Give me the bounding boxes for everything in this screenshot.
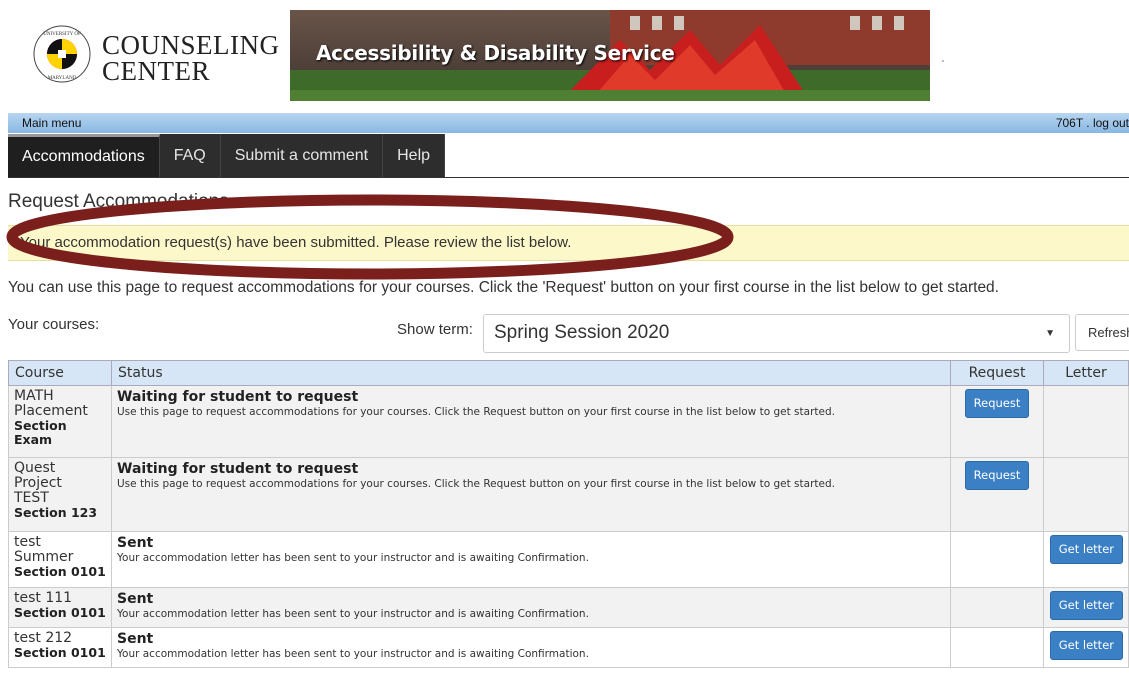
status-description: Use this page to request accommodations …: [117, 406, 835, 418]
term-select[interactable]: Spring Session 2020 ▼: [483, 314, 1070, 353]
letter-cell: [1043, 385, 1129, 458]
logo-line-1: COUNSELING: [102, 30, 280, 60]
status-title: Sent: [117, 631, 154, 647]
annotation-ellipse: [6, 194, 734, 280]
header-banner: Accessibility & Disability Service: [290, 10, 930, 101]
status-cell: Sent Your accommodation letter has been …: [111, 587, 951, 628]
table-row: test 212 Section 0101 Sent Your accommod…: [8, 627, 1129, 668]
tab-faq[interactable]: FAQ: [160, 134, 221, 177]
course-name-line: Quest: [14, 460, 56, 476]
umd-seal-icon: UNIVERSITY OF MARYLAND: [33, 25, 91, 83]
course-cell: test 111 Section 0101: [8, 587, 112, 628]
get-letter-button[interactable]: Get letter: [1049, 535, 1123, 564]
letter-cell: Get letter: [1043, 627, 1129, 668]
col-request: Request: [950, 360, 1044, 386]
status-cell: Sent Your accommodation letter has been …: [111, 627, 951, 668]
logo-text: COUNSELING CENTER: [102, 30, 280, 86]
col-letter: Letter: [1043, 360, 1129, 386]
course-section: Section Exam: [14, 418, 67, 447]
status-title: Waiting for student to request: [117, 461, 359, 477]
counseling-center-logo[interactable]: UNIVERSITY OF MARYLAND COUNSELING CENTER: [18, 10, 288, 90]
course-cell: MATH Placement Section Exam: [8, 385, 112, 458]
seal-text-bottom: MARYLAND: [48, 76, 77, 81]
status-cell: Waiting for student to request Use this …: [111, 457, 951, 532]
banner-title: Accessibility & Disability Service: [316, 41, 675, 65]
col-course: Course: [8, 360, 112, 386]
course-name-line: Summer: [14, 549, 74, 565]
status-title: Sent: [117, 591, 154, 607]
request-cell: [950, 587, 1044, 628]
course-section: Section 0101: [14, 564, 106, 579]
status-title: Sent: [117, 535, 154, 551]
status-description: Use this page to request accommodations …: [117, 478, 835, 490]
show-term-label: Show term:: [397, 321, 473, 338]
table-row: test 111 Section 0101 Sent Your accommod…: [8, 587, 1129, 628]
tabs-divider: [8, 177, 1129, 178]
refresh-button[interactable]: Refresh: [1075, 314, 1129, 351]
get-letter-button[interactable]: Get letter: [1049, 591, 1123, 620]
tab-accommodations[interactable]: Accommodations: [8, 134, 160, 177]
request-cell: [950, 627, 1044, 668]
table-row: Quest Project TEST Section 123 Waiting f…: [8, 457, 1129, 532]
status-description: Your accommodation letter has been sent …: [117, 552, 589, 564]
course-section: Section 123: [14, 505, 98, 520]
user-logout-link[interactable]: 706T . log out: [1056, 116, 1129, 130]
course-cell: test Summer Section 0101: [8, 531, 112, 588]
caret-down-icon: ▼: [1045, 328, 1055, 339]
request-cell: Request: [950, 457, 1044, 532]
course-section: Section 0101: [14, 605, 106, 620]
main-menu-label[interactable]: Main menu: [22, 116, 81, 130]
status-cell: Waiting for student to request Use this …: [111, 385, 951, 458]
course-cell: Quest Project TEST Section 123: [8, 457, 112, 532]
nav-tabs: Accommodations FAQ Submit a comment Help: [8, 134, 446, 177]
seal-text-top: UNIVERSITY OF: [43, 32, 81, 37]
letter-cell: Get letter: [1043, 531, 1129, 588]
logo-line-2: CENTER: [102, 56, 210, 86]
get-letter-button[interactable]: Get letter: [1049, 631, 1123, 660]
table-row: MATH Placement Section Exam Waiting for …: [8, 385, 1129, 458]
term-select-value: Spring Session 2020: [494, 322, 670, 343]
course-name-line: test: [14, 534, 41, 550]
course-name-line: test 111: [14, 590, 73, 606]
your-courses-label: Your courses:: [8, 316, 100, 333]
course-cell: test 212 Section 0101: [8, 627, 112, 668]
request-cell: [950, 531, 1044, 588]
letter-cell: [1043, 457, 1129, 532]
course-name-line: Project: [14, 475, 62, 491]
col-status: Status: [111, 360, 951, 386]
status-description: Your accommodation letter has been sent …: [117, 648, 589, 660]
request-button[interactable]: Request: [964, 389, 1030, 418]
course-name-line: TEST: [14, 490, 49, 506]
refresh-label: Refresh: [1088, 325, 1129, 340]
intro-text: You can use this page to request accommo…: [8, 279, 999, 296]
letter-cell: Get letter: [1043, 587, 1129, 628]
course-name-line: Placement: [14, 403, 88, 419]
tab-submit-comment[interactable]: Submit a comment: [221, 134, 384, 177]
table-header-row: Course Status Request Letter: [8, 360, 1129, 386]
status-title: Waiting for student to request: [117, 389, 359, 405]
status-cell: Sent Your accommodation letter has been …: [111, 531, 951, 588]
courses-table: Course Status Request Letter MATH Placem…: [8, 360, 1129, 668]
table-row: test Summer Section 0101 Sent Your accom…: [8, 531, 1129, 588]
course-section: Section 0101: [14, 645, 106, 660]
banner-dot: [942, 60, 944, 62]
tab-help[interactable]: Help: [383, 134, 446, 177]
course-name-line: MATH: [14, 388, 54, 404]
request-button[interactable]: Request: [964, 461, 1030, 490]
course-name-line: test 212: [14, 630, 73, 646]
request-cell: Request: [950, 385, 1044, 458]
main-menu-bar: Main menu 706T . log out: [8, 113, 1129, 133]
status-description: Your accommodation letter has been sent …: [117, 608, 589, 620]
